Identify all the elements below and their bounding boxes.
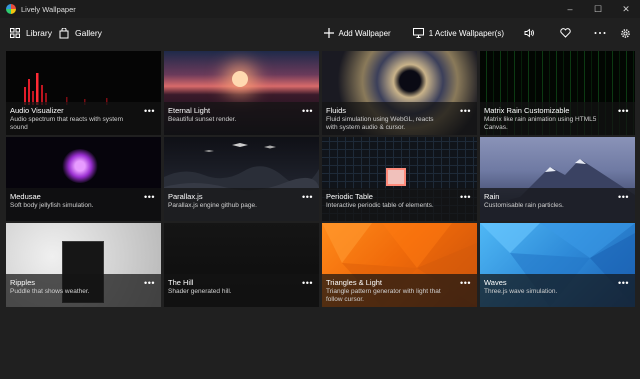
card-title: Rain bbox=[484, 192, 500, 201]
wallpaper-card-matrix-rain[interactable]: Matrix Rain Customizable Matrix like rai… bbox=[480, 51, 635, 135]
wallpaper-card-fluids[interactable]: Fluids Fluid simulation using WebGL, rea… bbox=[322, 51, 477, 135]
card-info: Audio Visualizer Audio spectrum that rea… bbox=[6, 102, 161, 135]
selected-element-tile bbox=[386, 168, 406, 186]
maximize-button[interactable]: ☐ bbox=[584, 0, 612, 18]
nav-gallery-label: Gallery bbox=[75, 28, 102, 38]
title-bar: Lively Wallpaper – ☐ ✕ bbox=[0, 0, 640, 18]
card-title: Matrix Rain Customizable bbox=[484, 106, 570, 115]
card-more-button[interactable]: ••• bbox=[618, 192, 629, 202]
card-description: Shader generated hill. bbox=[168, 288, 232, 295]
window-title: Lively Wallpaper bbox=[21, 4, 76, 14]
close-button[interactable]: ✕ bbox=[612, 0, 640, 18]
nav-library[interactable]: Library bbox=[9, 18, 52, 48]
card-info: Medusae Soft body jellyfish simulation. … bbox=[6, 188, 161, 221]
wallpaper-card-ripples[interactable]: Ripples Puddle that shows weather. ••• bbox=[6, 223, 161, 307]
volume-icon bbox=[524, 28, 535, 38]
card-info: Eternal Light Beautiful sunset render. •… bbox=[164, 102, 319, 135]
card-info: Ripples Puddle that shows weather. ••• bbox=[6, 274, 161, 307]
card-description: Puddle that shows weather. bbox=[10, 288, 90, 295]
card-title: The Hill bbox=[168, 278, 194, 287]
library-icon bbox=[9, 27, 21, 39]
card-title: Medusae bbox=[10, 192, 41, 201]
favorite-button[interactable] bbox=[553, 18, 583, 48]
card-more-button[interactable]: ••• bbox=[618, 278, 629, 288]
card-title: Ripples bbox=[10, 278, 36, 287]
card-more-button[interactable]: ••• bbox=[618, 106, 629, 116]
minimize-button[interactable]: – bbox=[556, 0, 584, 18]
more-options-button[interactable] bbox=[587, 18, 618, 48]
card-info: Rain Customisable rain particles. ••• bbox=[480, 188, 635, 221]
card-info: Waves Three.js wave simulation. ••• bbox=[480, 274, 635, 307]
card-info: Triangles & Light Triangle pattern gener… bbox=[322, 274, 477, 307]
card-title: Periodic Table bbox=[326, 192, 373, 201]
active-wallpapers-button[interactable]: 1 Active Wallpaper(s) bbox=[406, 18, 511, 48]
card-info: Periodic Table Interactive periodic tabl… bbox=[322, 188, 477, 221]
plus-icon bbox=[323, 28, 334, 38]
card-description: Matrix like rain animation using HTML5 C… bbox=[484, 116, 597, 131]
sun-graphic bbox=[232, 71, 248, 87]
card-more-button[interactable]: ••• bbox=[302, 278, 313, 288]
app-logo-icon bbox=[6, 4, 16, 14]
card-more-button[interactable]: ••• bbox=[144, 278, 155, 288]
toolbar-actions: Add Wallpaper 1 Active Wallpaper(s) bbox=[317, 18, 640, 48]
toolbar: Library Gallery Add Wallpaper 1 Active W… bbox=[0, 18, 640, 48]
more-icon bbox=[594, 31, 606, 35]
card-description: Interactive periodic table of elements. bbox=[326, 202, 434, 209]
wallpaper-card-audio-visualizer[interactable]: Audio Visualizer Audio spectrum that rea… bbox=[6, 51, 161, 135]
card-title: Fluids bbox=[326, 106, 347, 115]
card-title: Eternal Light bbox=[168, 106, 211, 115]
card-description: Fluid simulation using WebGL, reacts wit… bbox=[326, 116, 434, 131]
gear-icon bbox=[620, 28, 631, 39]
card-title: Audio Visualizer bbox=[10, 106, 64, 115]
card-title: Triangles & Light bbox=[326, 278, 383, 287]
card-description: Soft body jellyfish simulation. bbox=[10, 202, 94, 209]
card-description: Triangle pattern generator with light th… bbox=[326, 288, 441, 303]
card-more-button[interactable]: ••• bbox=[460, 106, 471, 116]
nav-gallery[interactable]: Gallery bbox=[58, 18, 102, 48]
gallery-icon bbox=[58, 27, 70, 39]
settings-button[interactable] bbox=[618, 18, 640, 48]
wallpaper-grid: Audio Visualizer Audio spectrum that rea… bbox=[6, 51, 636, 307]
card-more-button[interactable]: ••• bbox=[302, 192, 313, 202]
card-description: Audio spectrum that reacts with system s… bbox=[10, 116, 124, 131]
card-more-button[interactable]: ••• bbox=[144, 192, 155, 202]
add-wallpaper-button[interactable]: Add Wallpaper bbox=[317, 18, 398, 48]
monitor-icon bbox=[412, 28, 424, 38]
wallpaper-card-periodic-table[interactable]: Periodic Table Interactive periodic tabl… bbox=[322, 137, 477, 221]
wallpaper-card-rain[interactable]: Rain Customisable rain particles. ••• bbox=[480, 137, 635, 221]
card-info: Matrix Rain Customizable Matrix like rai… bbox=[480, 102, 635, 135]
wallpaper-card-parallax[interactable]: Parallax.js Parallax.js engine github pa… bbox=[164, 137, 319, 221]
card-more-button[interactable]: ••• bbox=[460, 192, 471, 202]
card-title: Waves bbox=[484, 278, 507, 287]
wallpaper-card-the-hill[interactable]: The Hill Shader generated hill. ••• bbox=[164, 223, 319, 307]
nav-library-label: Library bbox=[26, 28, 52, 38]
wallpaper-card-triangles-light[interactable]: Triangles & Light Triangle pattern gener… bbox=[322, 223, 477, 307]
card-info: Parallax.js Parallax.js engine github pa… bbox=[164, 188, 319, 221]
active-wallpapers-label: 1 Active Wallpaper(s) bbox=[428, 28, 504, 38]
volume-button[interactable] bbox=[517, 18, 547, 48]
card-info: The Hill Shader generated hill. ••• bbox=[164, 274, 319, 307]
card-description: Three.js wave simulation. bbox=[484, 288, 558, 295]
card-description: Customisable rain particles. bbox=[484, 202, 564, 209]
card-more-button[interactable]: ••• bbox=[460, 278, 471, 288]
jellyfish-graphic bbox=[62, 149, 98, 183]
heart-icon bbox=[560, 28, 571, 38]
wallpaper-card-eternal-light[interactable]: Eternal Light Beautiful sunset render. •… bbox=[164, 51, 319, 135]
add-wallpaper-label: Add Wallpaper bbox=[338, 28, 391, 38]
wallpaper-card-medusae[interactable]: Medusae Soft body jellyfish simulation. … bbox=[6, 137, 161, 221]
window-controls: – ☐ ✕ bbox=[556, 0, 640, 18]
card-more-button[interactable]: ••• bbox=[302, 106, 313, 116]
card-title: Parallax.js bbox=[168, 192, 203, 201]
wallpaper-card-waves[interactable]: Waves Three.js wave simulation. ••• bbox=[480, 223, 635, 307]
card-description: Parallax.js engine github page. bbox=[168, 202, 257, 209]
card-more-button[interactable]: ••• bbox=[144, 106, 155, 116]
card-info: Fluids Fluid simulation using WebGL, rea… bbox=[322, 102, 477, 135]
card-description: Beautiful sunset render. bbox=[168, 116, 237, 123]
